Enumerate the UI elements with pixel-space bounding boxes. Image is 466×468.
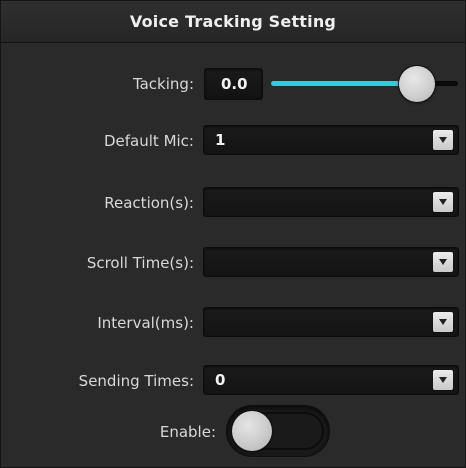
sending-times-label: Sending Times: [78,372,194,390]
reaction-dropdown-button[interactable] [433,192,453,212]
tacking-slider-fill [271,81,417,86]
tacking-value-field[interactable]: 0.0 [204,68,263,100]
tacking-value: 0.0 [221,75,248,93]
tacking-label: Tacking: [132,75,194,93]
sending-times-select[interactable]: 0 [203,365,459,395]
enable-toggle[interactable] [226,405,330,457]
enable-label: Enable: [159,423,216,441]
tacking-slider-thumb[interactable] [399,66,435,102]
reaction-label: Reaction(s): [104,194,194,212]
enable-toggle-knob[interactable] [232,411,272,451]
sending-times-dropdown-button[interactable] [433,370,453,390]
default-mic-dropdown-button[interactable] [433,130,453,150]
interval-label: Interval(ms): [97,314,194,332]
reaction-select[interactable] [203,187,459,217]
chevron-down-icon [439,137,447,143]
chevron-down-icon [439,259,447,265]
default-mic-select[interactable]: 1 [203,125,459,155]
interval-select[interactable] [203,307,459,337]
default-mic-label: Default Mic: [104,132,194,150]
voice-tracking-dialog: Voice Tracking Setting Tacking: 0.0 Defa… [0,0,466,468]
default-mic-value: 1 [215,131,226,149]
chevron-down-icon [439,377,447,383]
scroll-time-dropdown-button[interactable] [433,252,453,272]
dialog-titlebar: Voice Tracking Setting [1,1,465,43]
chevron-down-icon [439,199,447,205]
scroll-time-label: Scroll Time(s): [86,254,194,272]
interval-dropdown-button[interactable] [433,312,453,332]
sending-times-value: 0 [215,371,226,389]
dialog-title: Voice Tracking Setting [129,12,337,31]
scroll-time-select[interactable] [203,247,459,277]
chevron-down-icon [439,319,447,325]
